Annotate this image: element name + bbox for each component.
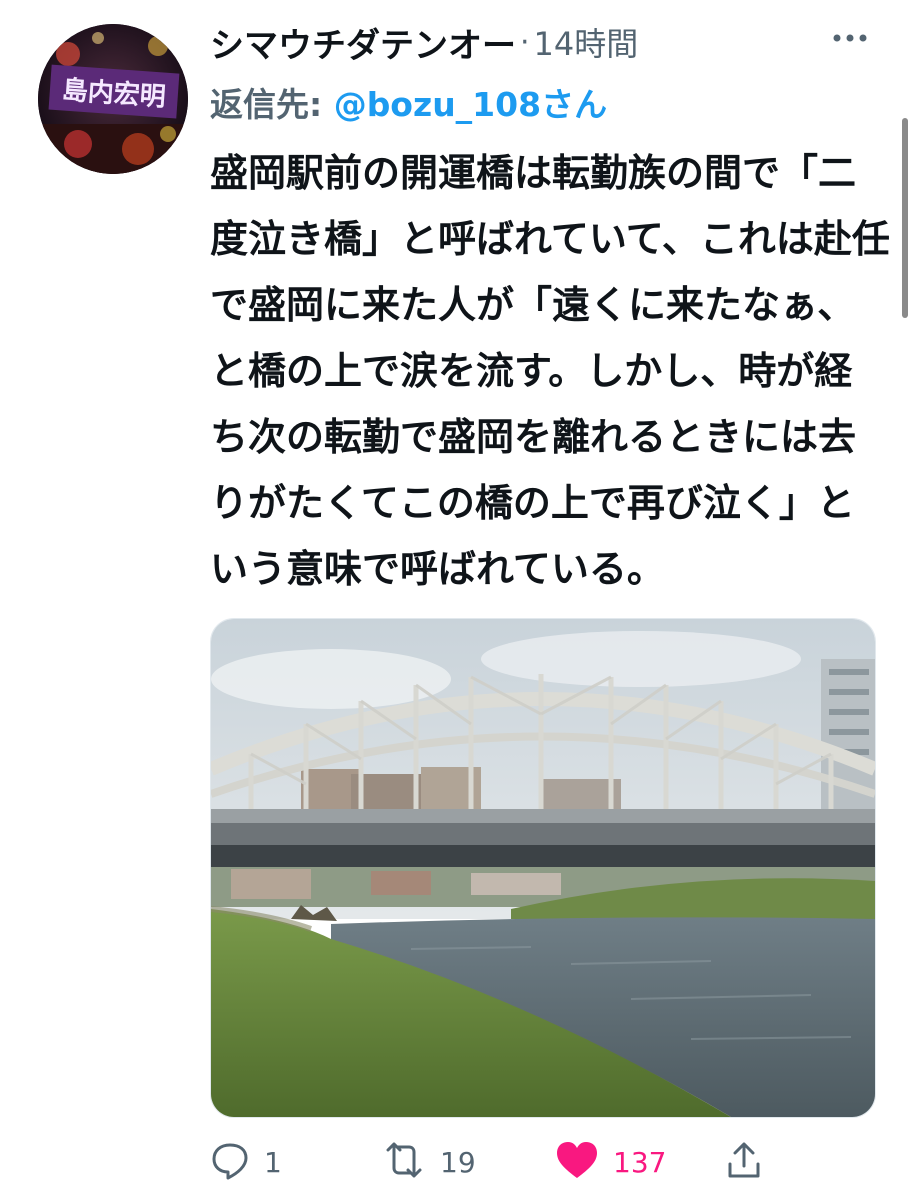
header-separator: · (520, 24, 530, 60)
reply-icon (210, 1140, 250, 1184)
reply-count: 1 (264, 1145, 282, 1179)
retweet-count: 19 (440, 1145, 476, 1179)
retweet-icon (382, 1140, 426, 1184)
bridge-photo-image (211, 619, 875, 1117)
reply-to-handle[interactable]: @bozu_108さん (334, 85, 607, 124)
heart-icon (555, 1140, 599, 1184)
tweet-text: 盛岡駅前の開運橋は転勤族の間で「二度泣き橋」と呼ばれていて、これは赴任で盛岡に来… (210, 151, 890, 591)
share-button[interactable] (726, 1138, 762, 1186)
tweet-photo[interactable] (210, 618, 876, 1118)
reply-to-line: 返信先: @bozu_108さん (210, 78, 607, 126)
share-icon (726, 1140, 762, 1184)
avatar[interactable]: 島内宏明 (38, 24, 188, 174)
scrollbar[interactable] (902, 118, 908, 318)
timestamp[interactable]: 14時間 (534, 19, 639, 65)
like-button[interactable]: 137 (555, 1138, 666, 1186)
tweet-header: シマウチダテンオー · 14時間 (210, 14, 874, 70)
like-count: 137 (613, 1145, 667, 1179)
reply-button[interactable]: 1 (210, 1138, 282, 1186)
avatar-image: 島内宏明 (38, 24, 188, 174)
display-name[interactable]: シマウチダテンオー (210, 18, 516, 67)
tweet-actions: 1 19 137 (210, 1138, 874, 1186)
more-options-icon[interactable] (830, 18, 870, 58)
reply-to-label: 返信先: (210, 85, 334, 124)
retweet-button[interactable]: 19 (382, 1138, 476, 1186)
